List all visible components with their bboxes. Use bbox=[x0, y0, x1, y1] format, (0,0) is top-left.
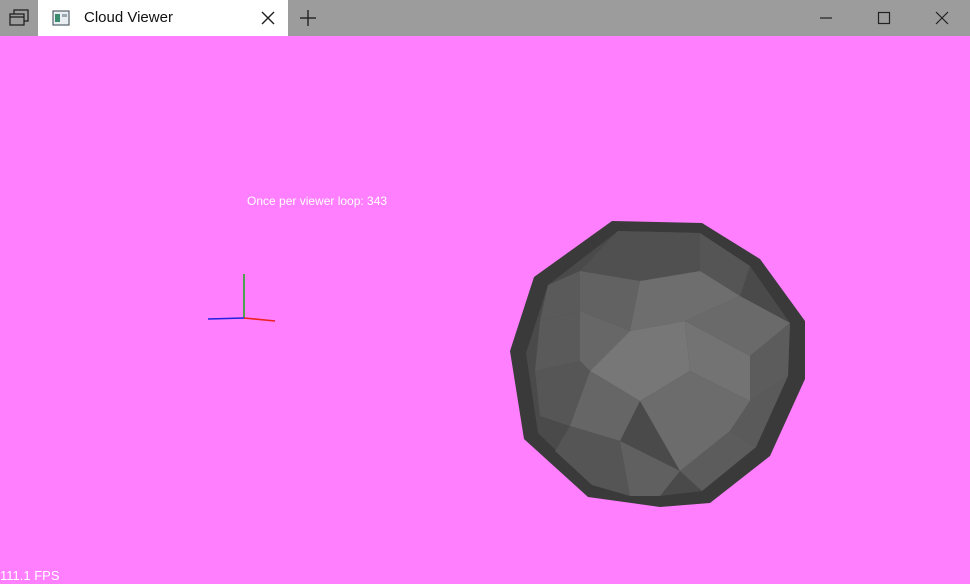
maximize-button[interactable] bbox=[855, 0, 913, 36]
z-axis bbox=[207, 317, 245, 320]
fps-counter: 111.1 FPS bbox=[0, 568, 60, 583]
close-icon[interactable] bbox=[260, 10, 276, 26]
tab-title: Cloud Viewer bbox=[84, 9, 173, 26]
title-bar: Cloud Viewer bbox=[0, 0, 970, 36]
maximize-icon bbox=[877, 11, 891, 25]
minimize-button[interactable] bbox=[797, 0, 855, 36]
3d-viewport[interactable]: Once per viewer loop: 343 111.1 FPS bbox=[0, 36, 970, 584]
tab-cloud-viewer[interactable]: Cloud Viewer bbox=[38, 0, 288, 36]
app-window-icon bbox=[52, 10, 70, 26]
close-icon bbox=[935, 11, 949, 25]
cloud-viewer-window: Cloud Viewer Once per viewer loop: 343 1… bbox=[0, 0, 970, 584]
polyhedron-sphere bbox=[510, 221, 805, 507]
x-axis bbox=[243, 317, 276, 322]
tabs-menu-button[interactable] bbox=[0, 0, 37, 36]
plus-icon[interactable] bbox=[298, 8, 318, 28]
loop-counter-text: Once per viewer loop: 343 bbox=[247, 194, 388, 208]
coordinate-axes bbox=[207, 274, 276, 322]
tab-stack-icon bbox=[8, 9, 29, 26]
close-window-button[interactable] bbox=[913, 0, 970, 36]
minimize-icon bbox=[820, 17, 832, 19]
